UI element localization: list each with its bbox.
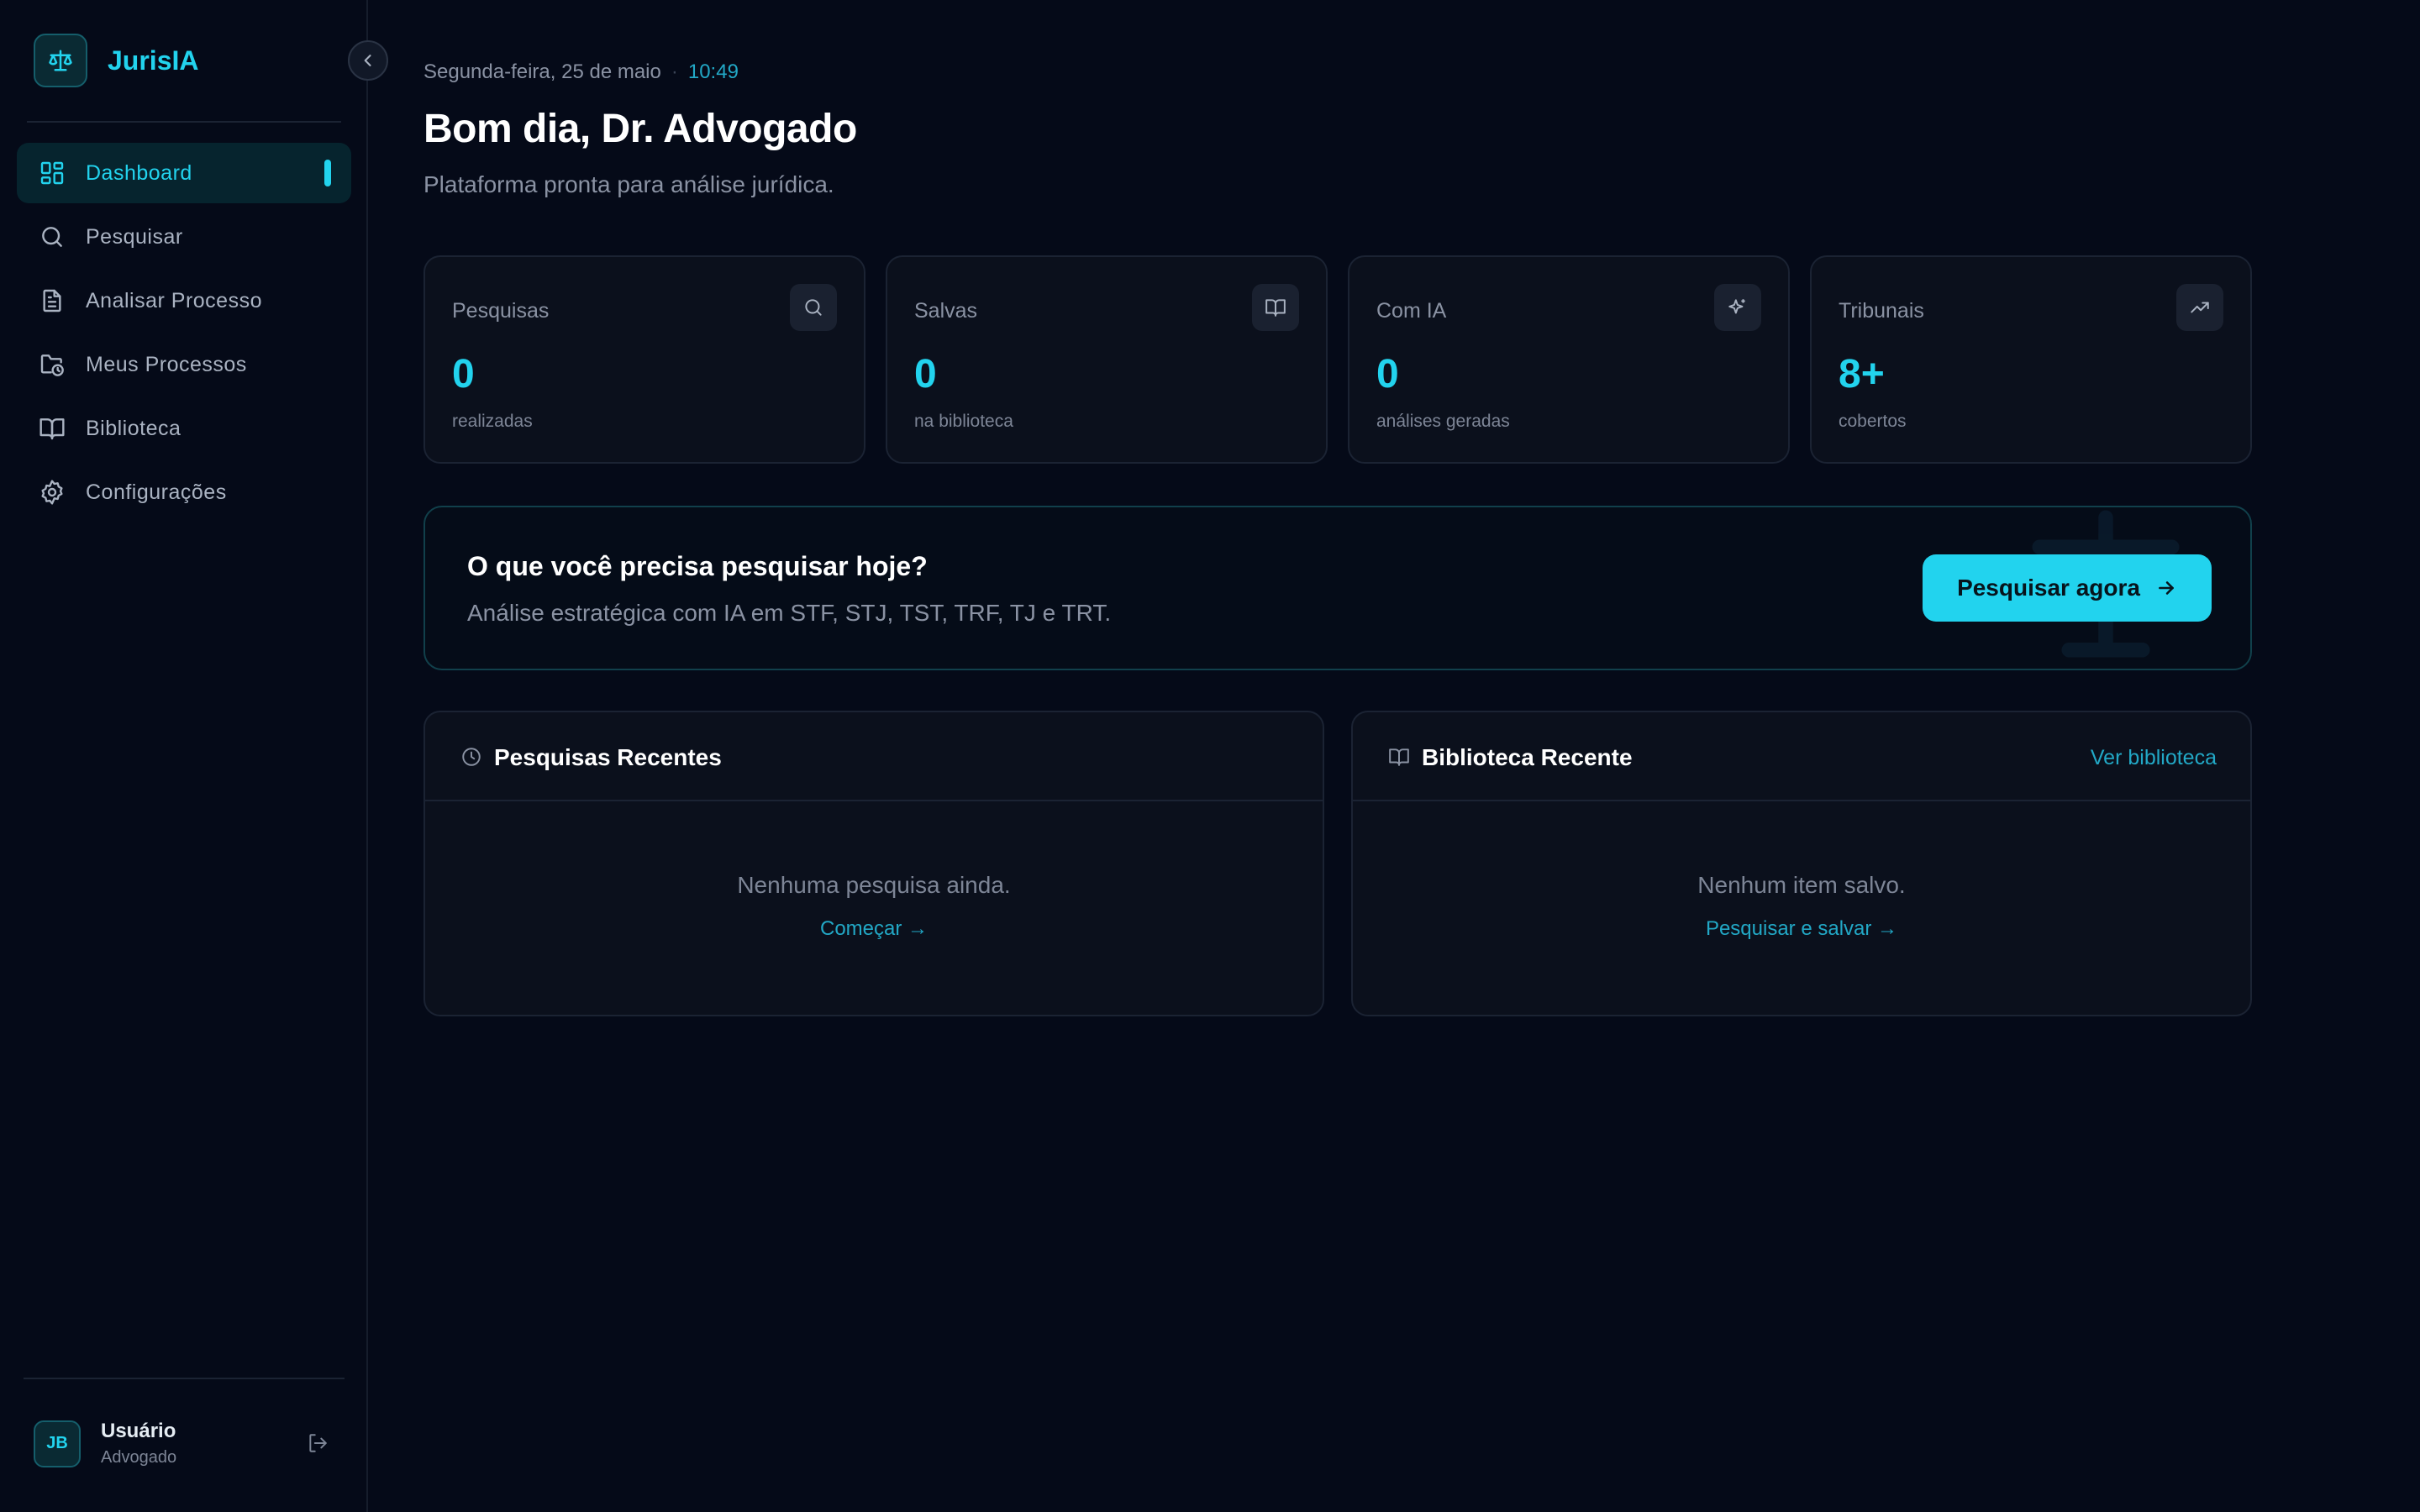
- stat-caption: realizadas: [452, 412, 533, 431]
- book-icon: [1252, 284, 1299, 331]
- sparkles-icon: [1714, 284, 1761, 331]
- scale-icon: [34, 34, 87, 87]
- recent-library-panel: Biblioteca Recente Ver biblioteca Nenhum…: [1351, 711, 2252, 1016]
- folder-clock-icon: [37, 349, 67, 380]
- empty-state-text: Nenhum item salvo.: [1697, 872, 1906, 898]
- sidebar-item-dashboard[interactable]: Dashboard: [17, 143, 351, 203]
- sidebar-item-label: Configurações: [86, 480, 227, 504]
- stat-caption: cobertos: [1839, 412, 1907, 431]
- stat-label: Tribunais: [1839, 299, 1924, 323]
- stat-card-com-ia: Com IA 0 análises geradas: [1348, 255, 1790, 464]
- sidebar-item-meus-processos[interactable]: Meus Processos: [17, 334, 351, 395]
- stat-value: 0: [1376, 352, 1399, 396]
- book-icon: [37, 413, 67, 444]
- search-and-save-link[interactable]: Pesquisar e salvar →: [1353, 917, 2250, 941]
- sidebar-divider: [27, 121, 341, 123]
- panel-title: Biblioteca Recente: [1422, 744, 1633, 770]
- stat-caption: análises geradas: [1376, 412, 1510, 431]
- stats-row: Pesquisas 0 realizadas Salvas 0 na bibli…: [424, 255, 2252, 464]
- stat-value: 0: [914, 352, 937, 396]
- panel-header: Biblioteca Recente Ver biblioteca: [1353, 712, 2250, 801]
- stat-value: 0: [452, 352, 475, 396]
- arrow-right-icon: [2155, 577, 2177, 599]
- trending-up-icon: [2176, 284, 2223, 331]
- search-now-button[interactable]: Pesquisar agora: [1923, 554, 2212, 622]
- dashboard-icon: [37, 158, 67, 188]
- page-title: Bom dia, Dr. Advogado: [424, 107, 857, 151]
- stat-card-pesquisas: Pesquisas 0 realizadas: [424, 255, 865, 464]
- sidebar-item-label: Pesquisar: [86, 224, 183, 249]
- view-library-link[interactable]: Ver biblioteca: [2091, 746, 2217, 770]
- sidebar-item-label: Dashboard: [86, 160, 192, 185]
- sidebar-item-label: Meus Processos: [86, 352, 247, 376]
- cta-title: O que você precisa pesquisar hoje?: [467, 551, 928, 581]
- stat-caption: na biblioteca: [914, 412, 1013, 431]
- sidebar: JurisIA Dashboard Pesquisar Analisar Pro…: [0, 0, 368, 1512]
- start-link[interactable]: Começar →: [425, 917, 1323, 941]
- active-indicator: [324, 160, 331, 186]
- sidebar-item-pesquisar[interactable]: Pesquisar: [17, 207, 351, 267]
- empty-state-text: Nenhuma pesquisa ainda.: [737, 872, 1011, 898]
- logout-icon[interactable]: [302, 1428, 333, 1458]
- separator: ·: [671, 60, 678, 83]
- page-subtitle: Plataforma pronta para análise jurídica.: [424, 171, 834, 197]
- document-icon: [37, 286, 67, 316]
- button-label: Pesquisar agora: [1957, 575, 2140, 601]
- stat-value: 8+: [1839, 352, 1885, 396]
- search-icon: [37, 222, 67, 252]
- current-date: Segunda-feira, 25 de maio: [424, 60, 661, 83]
- stat-label: Salvas: [914, 299, 978, 323]
- sidebar-item-analisar-processo[interactable]: Analisar Processo: [17, 270, 351, 331]
- sidebar-item-configuracoes[interactable]: Configurações: [17, 462, 351, 522]
- clock-icon: [459, 744, 484, 769]
- sidebar-divider: [24, 1378, 345, 1379]
- cta-subtitle: Análise estratégica com IA em STF, STJ, …: [467, 600, 1112, 626]
- user-role: Advogado: [101, 1448, 177, 1467]
- avatar: JB: [34, 1420, 81, 1467]
- search-icon: [790, 284, 837, 331]
- brand[interactable]: JurisIA: [34, 34, 198, 87]
- sidebar-item-biblioteca[interactable]: Biblioteca: [17, 398, 351, 459]
- brand-name: JurisIA: [108, 45, 199, 76]
- user-name: Usuário: [101, 1420, 176, 1442]
- sidebar-item-label: Analisar Processo: [86, 288, 262, 312]
- stat-card-salvas: Salvas 0 na biblioteca: [886, 255, 1328, 464]
- stat-label: Pesquisas: [452, 299, 550, 323]
- stat-label: Com IA: [1376, 299, 1447, 323]
- sidebar-item-label: Biblioteca: [86, 416, 182, 440]
- current-time: 10:49: [687, 60, 739, 83]
- search-cta-banner: O que você precisa pesquisar hoje? Análi…: [424, 506, 2252, 670]
- panel-header: Pesquisas Recentes: [425, 712, 1323, 801]
- book-icon: [1386, 744, 1412, 769]
- gear-icon: [37, 477, 67, 507]
- stat-card-tribunais: Tribunais 8+ cobertos: [1810, 255, 2252, 464]
- chevron-left-icon: [360, 52, 376, 69]
- date-time: Segunda-feira, 25 de maio · 10:49: [424, 60, 739, 84]
- user-profile[interactable]: JB Usuário Advogado: [34, 1420, 176, 1467]
- collapse-sidebar-button[interactable]: [348, 40, 388, 81]
- panel-title: Pesquisas Recentes: [494, 744, 722, 770]
- recent-searches-panel: Pesquisas Recentes Nenhuma pesquisa aind…: [424, 711, 1324, 1016]
- sidebar-nav: Dashboard Pesquisar Analisar Processo Me…: [17, 143, 351, 526]
